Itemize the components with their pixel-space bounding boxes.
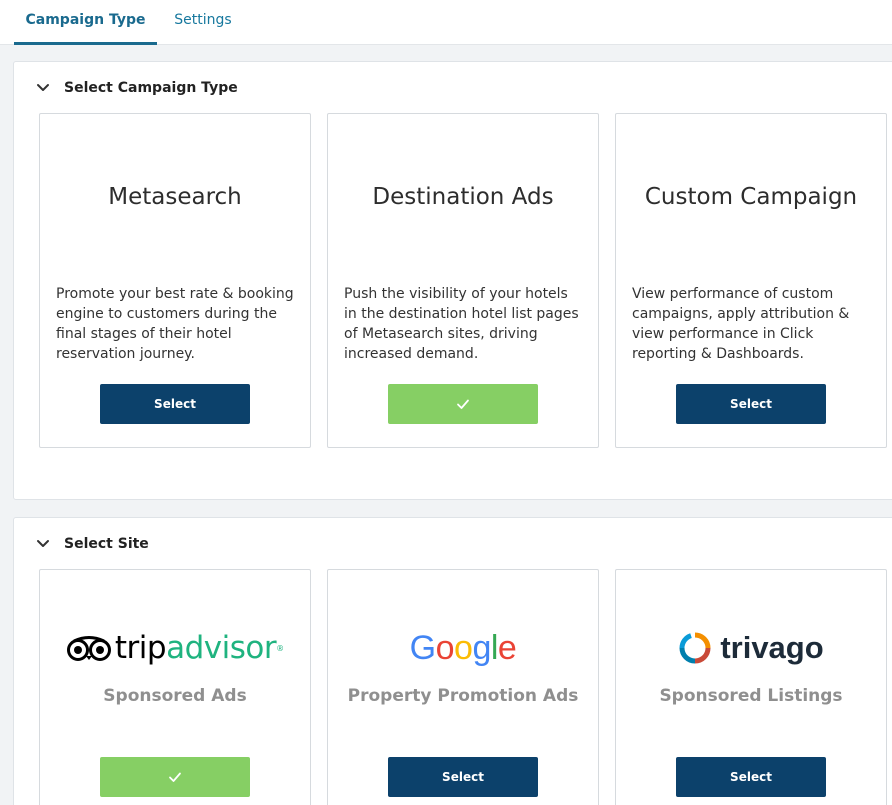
campaign-card-custom-campaign: Custom Campaign View performance of cust… [615,113,887,448]
selected-destination-ads-button[interactable] [388,384,538,424]
tab-bar: Campaign Type Settings [0,0,892,45]
logo-letter: o [454,628,473,667]
section-title: Select Site [64,536,149,552]
logo-registered-mark: ® [276,643,285,653]
select-metasearch-button[interactable]: Select [100,384,250,424]
campaign-type-header[interactable]: Select Campaign Type [34,78,238,98]
site-subtitle: Property Promotion Ads [347,686,579,706]
trivago-ring-icon [679,632,711,664]
select-google-button[interactable]: Select [388,757,538,797]
campaign-card-destination-ads: Destination Ads Push the visibility of y… [327,113,599,448]
check-icon [169,772,181,782]
logo-letter: g [472,628,491,667]
logo-letter: l [490,628,499,667]
logo-letter: G [409,628,436,667]
tab-campaign-type[interactable]: Campaign Type [14,0,157,45]
site-card-google: Google Property Promotion Ads Select [327,569,599,805]
card-description: View performance of custom campaigns, ap… [632,286,850,362]
logo-text-trivago: trivago [720,630,824,665]
chevron-down-icon [37,540,49,547]
card-description: Push the visibility of your hotels in th… [344,286,579,362]
section-title: Select Campaign Type [64,80,238,96]
logo-letter: o [435,628,455,667]
site-card-tripadvisor: trip advisor ® Sponsored Ads [39,569,311,805]
site-card-trivago: trivago Sponsored Listings Select [615,569,887,805]
campaign-card-metasearch: Metasearch Promote your best rate & book… [39,113,311,448]
trivago-logo: trivago [616,628,886,668]
logo-text-trip: trip [114,630,167,666]
site-subtitle: Sponsored Ads [103,686,247,706]
logo-letter: e [497,628,517,667]
card-title: Custom Campaign [644,184,858,210]
tab-settings[interactable]: Settings [163,0,243,45]
google-logo: Google [328,628,598,668]
card-title: Metasearch [108,184,242,210]
selected-tripadvisor-button[interactable] [100,757,250,797]
logo-text-advisor: advisor [166,630,277,666]
select-custom-campaign-button[interactable]: Select [676,384,826,424]
owl-eyes-icon [66,636,111,661]
select-trivago-button[interactable]: Select [676,757,826,797]
select-site-header[interactable]: Select Site [34,534,149,554]
card-description: Promote your best rate & booking engine … [56,286,294,362]
select-site-panel: Select Site trip advisor ® Sponsored Ads G… [13,517,892,805]
chevron-down-icon [37,84,49,91]
tripadvisor-logo: trip advisor ® [40,628,310,668]
card-title: Destination Ads [372,184,554,210]
campaign-type-panel: Select Campaign Type Metasearch Promote … [13,61,892,500]
site-subtitle: Sponsored Listings [659,686,843,706]
check-icon [457,399,469,409]
